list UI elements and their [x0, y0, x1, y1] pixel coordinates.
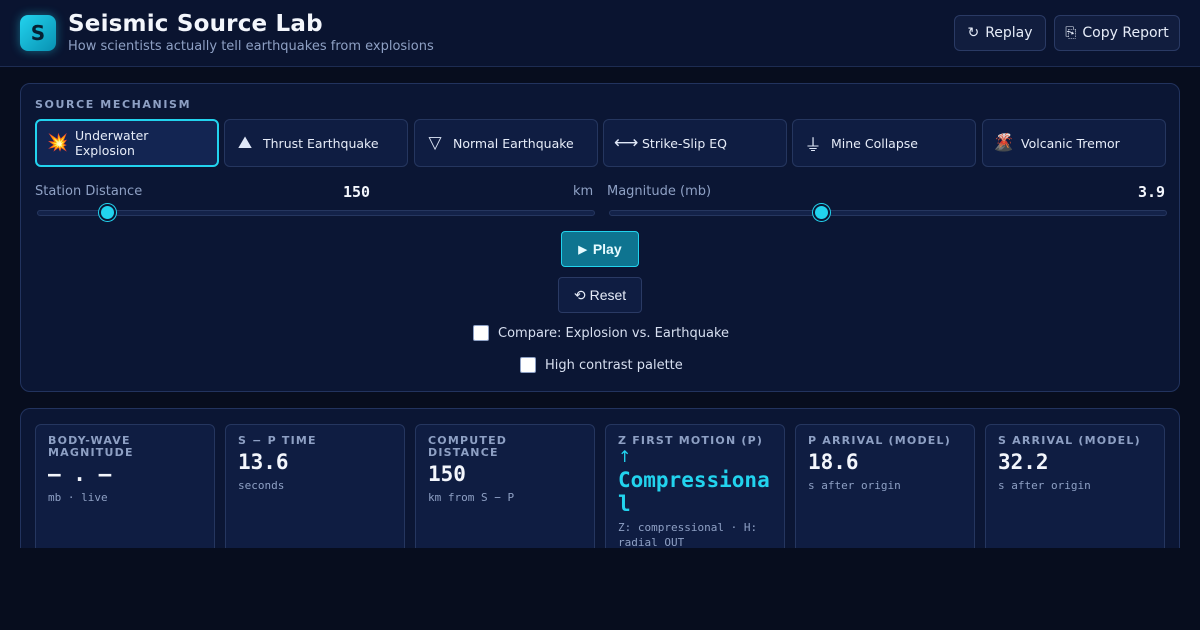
replay-label: Replay — [985, 25, 1033, 41]
metric-label: P ARRIVAL (MODEL) — [808, 434, 951, 447]
mechanism-label: Normal Earthquake — [453, 135, 574, 151]
mechanism-label: Mine Collapse — [831, 135, 918, 151]
play-label: Play — [592, 241, 622, 257]
mechanism-label: Strike-Slip EQ — [642, 135, 727, 151]
mechanism-label: Volcanic Tremor — [1021, 135, 1120, 151]
reset-icon: ⟲ — [573, 286, 586, 303]
mountain-icon: ⛰ — [237, 133, 253, 153]
metric-sub: km from S − P — [428, 491, 515, 504]
app-title: Seismic Source Lab — [68, 11, 323, 37]
compare-checkbox[interactable] — [473, 325, 489, 341]
ground-icon: ⏚ — [804, 135, 822, 156]
metric-value: 32.2 — [998, 450, 1049, 474]
metric-value: 150 — [428, 462, 466, 486]
app-subtitle: How scientists actually tell earthquakes… — [68, 39, 434, 54]
metrics-panel: BODY-WAVE MAGNITUDE — . — mb · live S − … — [20, 408, 1180, 548]
double-arrow-icon: ⟷ — [614, 133, 639, 153]
copy-report-button[interactable]: ⎘ Copy Report — [1054, 15, 1180, 51]
metric-label: COMPUTED DISTANCE — [428, 434, 508, 459]
metric-sub: mb · live — [48, 491, 108, 504]
metric-sub: s after origin — [998, 479, 1091, 492]
distance-slider-thumb[interactable] — [98, 204, 116, 221]
app-header: S Seismic Source Lab How scientists actu… — [0, 0, 1200, 67]
metric-value: Compressional — [618, 468, 770, 516]
mechanism-label: Underwater Explosion — [75, 128, 149, 158]
mechanism-underwater-explosion[interactable]: 💥 Underwater Explosion — [35, 119, 219, 167]
distance-value: 150 — [343, 183, 371, 201]
mechanism-label: Thrust Earthquake — [263, 135, 379, 151]
magnitude-slider-thumb[interactable] — [813, 204, 831, 221]
replay-icon: ↻ — [967, 25, 980, 41]
compare-label: Compare: Explosion vs. Earthquake — [498, 325, 730, 341]
mechanism-mine-collapse[interactable]: ⏚ Mine Collapse — [792, 119, 976, 167]
reset-label: Reset — [589, 287, 627, 303]
metric-value: — . — — [48, 462, 112, 486]
compare-toggle[interactable]: Compare: Explosion vs. Earthquake — [473, 325, 729, 341]
magnitude-slider-track[interactable] — [609, 210, 1167, 216]
metric-card-magnitude: BODY-WAVE MAGNITUDE — . — mb · live — [35, 424, 215, 548]
metric-sub: s after origin — [808, 479, 901, 492]
metric-card-s-p-time: S − P TIME 13.6 seconds — [225, 424, 405, 548]
triangle-down-icon: ▽ — [428, 133, 442, 153]
distance-slider-track[interactable] — [37, 210, 595, 216]
mechanism-strike-slip[interactable]: ⟷ Strike-Slip EQ — [603, 119, 787, 167]
play-button[interactable]: ▶ Play — [561, 231, 639, 267]
metric-label: S − P TIME — [238, 434, 317, 447]
metric-label: BODY-WAVE MAGNITUDE — [48, 434, 134, 459]
metric-card-s-arrival: S ARRIVAL (MODEL) 32.2 s after origin — [985, 424, 1165, 548]
arrow-up-icon: ↑ — [618, 447, 632, 466]
distance-unit: km — [573, 184, 594, 199]
magnitude-slider-label: Magnitude (mb) — [607, 184, 712, 199]
app-logo: S — [20, 15, 56, 51]
metric-sub: Z: compressional · H: radial OUT — [618, 521, 758, 548]
metric-label: S ARRIVAL (MODEL) — [998, 434, 1141, 447]
contrast-label: High contrast palette — [545, 357, 683, 373]
metric-label: Z FIRST MOTION (P) — [618, 434, 764, 447]
mechanism-normal-earthquake[interactable]: ▽ Normal Earthquake — [414, 119, 598, 167]
play-icon: ▶ — [578, 243, 587, 256]
copy-report-label: Copy Report — [1082, 25, 1169, 41]
metric-card-distance: COMPUTED DISTANCE 150 km from S − P — [415, 424, 595, 548]
distance-slider-label: Station Distance — [35, 184, 143, 199]
reset-button[interactable]: ⟲ Reset — [558, 277, 642, 313]
metric-value: 13.6 — [238, 450, 289, 474]
explosion-icon: 💥 — [47, 133, 69, 153]
contrast-checkbox[interactable] — [520, 357, 536, 373]
magnitude-value: 3.9 — [1138, 183, 1166, 201]
copy-icon: ⎘ — [1065, 25, 1077, 41]
mechanism-thrust-earthquake[interactable]: ⛰ Thrust Earthquake — [224, 119, 408, 167]
volcano-icon: 🌋 — [993, 133, 1015, 153]
metric-card-p-arrival: P ARRIVAL (MODEL) 18.6 s after origin — [795, 424, 975, 548]
metric-card-first-motion: Z FIRST MOTION (P) ↑ Compressional Z: co… — [605, 424, 785, 548]
replay-button[interactable]: ↻ Replay — [954, 15, 1046, 51]
metric-sub: seconds — [238, 479, 285, 492]
source-mechanism-panel: SOURCE MECHANISM 💥 Underwater Explosion … — [20, 83, 1180, 392]
section-label: SOURCE MECHANISM — [35, 98, 192, 111]
mechanism-volcanic-tremor[interactable]: 🌋 Volcanic Tremor — [982, 119, 1166, 167]
contrast-toggle[interactable]: High contrast palette — [520, 357, 683, 373]
metric-value: 18.6 — [808, 450, 859, 474]
